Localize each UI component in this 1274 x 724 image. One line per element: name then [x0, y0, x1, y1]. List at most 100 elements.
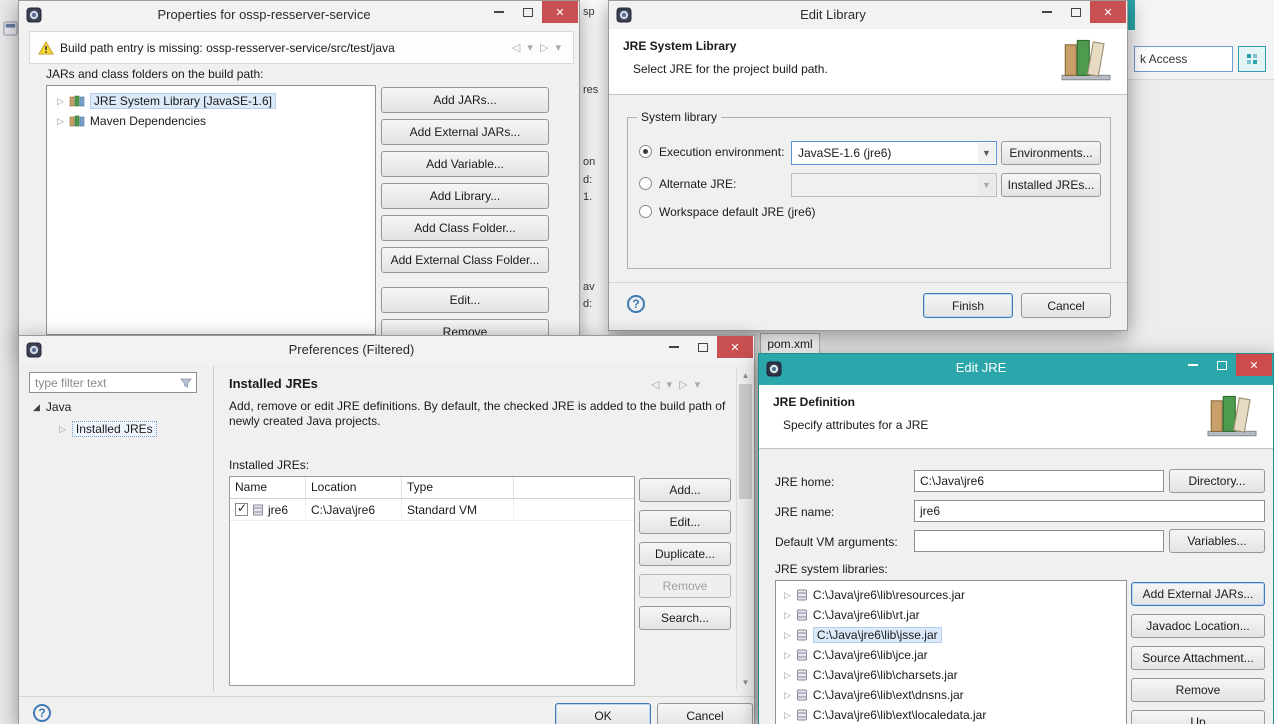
scrollbar-thumb[interactable] [739, 384, 752, 499]
edit-library-titlebar[interactable]: Edit Library ✕ [609, 1, 1127, 29]
execution-environment-combo[interactable]: JavaSE-1.6 (jre6) ▼ [791, 141, 997, 165]
add-variable-button[interactable]: Add Variable... [381, 151, 549, 177]
dialog-footer: ? Finish Cancel [609, 282, 1127, 330]
library-item[interactable]: ▷ C:\Java\jre6\lib\charsets.jar [776, 665, 1126, 685]
chevron-right-icon[interactable]: ▷ [784, 610, 791, 621]
editor-fragment: res [583, 84, 599, 96]
tree-item-maven-dependencies[interactable]: ▷ Maven Dependencies [47, 111, 375, 131]
add-external-jars-button[interactable]: Add External JARs... [381, 119, 549, 145]
tab-pom-xml[interactable]: pom.xml [760, 333, 820, 354]
jre-home-input[interactable]: C:\Java\jre6 [914, 470, 1164, 492]
add-jars-button[interactable]: Add JARs... [381, 87, 549, 113]
preferences-titlebar[interactable]: Preferences (Filtered) ✕ [19, 336, 754, 364]
tree-item-java[interactable]: ◢ Java [33, 400, 71, 414]
chevron-expanded-icon[interactable]: ◢ [33, 402, 40, 413]
column-header-filler [514, 477, 634, 498]
history-nav-arrows[interactable]: ◁ ▾ ▷ ▾ [651, 378, 702, 391]
jre-name-input[interactable]: jre6 [914, 500, 1265, 522]
edit-jre-button[interactable]: Edit... [639, 510, 731, 534]
chevron-right-icon[interactable]: ▷ [784, 630, 791, 641]
close-button[interactable]: ✕ [717, 336, 753, 358]
column-header-name[interactable]: Name [230, 477, 306, 498]
edit-jre-titlebar[interactable]: Edit JRE ✕ [759, 354, 1273, 385]
chevron-right-icon[interactable]: ▷ [57, 116, 64, 127]
library-item[interactable]: ▷ C:\Java\jre6\lib\rt.jar [776, 605, 1126, 625]
table-header-row[interactable]: Name Location Type [230, 477, 634, 499]
variables-button[interactable]: Variables... [1169, 529, 1265, 553]
help-icon[interactable]: ? [627, 295, 645, 313]
search-jre-button[interactable]: Search... [639, 606, 731, 630]
quick-access-input[interactable]: k Access [1134, 46, 1233, 72]
chevron-right-icon[interactable]: ▷ [784, 690, 791, 701]
chevron-right-icon[interactable]: ▷ [784, 590, 791, 601]
duplicate-jre-button[interactable]: Duplicate... [639, 542, 731, 566]
maximize-icon [1070, 7, 1081, 17]
maximize-button[interactable] [688, 336, 717, 358]
installed-jres-button[interactable]: Installed JREs... [1001, 173, 1101, 197]
minimize-button[interactable] [484, 1, 513, 23]
chevron-right-icon[interactable]: ▷ [784, 670, 791, 681]
add-external-class-folder-button[interactable]: Add External Class Folder... [381, 247, 549, 273]
quick-access-text: k Access [1140, 52, 1188, 66]
jre-system-libraries-label: JRE system libraries: [775, 562, 888, 576]
perspective-button[interactable] [1238, 46, 1266, 72]
source-attachment-button[interactable]: Source Attachment... [1131, 646, 1265, 670]
build-path-section-label: JARs and class folders on the build path… [46, 67, 264, 81]
library-item[interactable]: ▷ C:\Java\jre6\lib\ext\localedata.jar [776, 705, 1126, 724]
chevron-right-icon[interactable]: ▷ [784, 650, 791, 661]
close-button[interactable]: ✕ [1090, 1, 1126, 23]
chevron-right-icon[interactable]: ▷ [784, 710, 791, 721]
properties-titlebar[interactable]: Properties for ossp-resserver-service ✕ [19, 1, 579, 29]
add-library-button[interactable]: Add Library... [381, 183, 549, 209]
remove-library-button[interactable]: Remove [1131, 678, 1265, 702]
tree-item-jre-system-library[interactable]: ▷ JRE System Library [JavaSE-1.6] [47, 91, 375, 111]
chevron-right-icon[interactable]: ▷ [59, 424, 66, 435]
tree-item-installed-jres[interactable]: ▷ Installed JREs [59, 421, 157, 437]
scroll-down-arrow[interactable]: ▼ [737, 675, 754, 690]
minimize-button[interactable] [659, 336, 688, 358]
column-header-location[interactable]: Location [306, 477, 402, 498]
maximize-button[interactable] [1061, 1, 1090, 23]
edit-button[interactable]: Edit... [381, 287, 549, 313]
vm-arguments-input[interactable] [914, 530, 1164, 552]
ok-button[interactable]: OK [555, 703, 651, 724]
jre-name-cell: jre6 [268, 502, 289, 517]
add-external-jars-button[interactable]: Add External JARs... [1131, 582, 1265, 606]
column-header-type[interactable]: Type [402, 477, 514, 498]
maximize-button[interactable] [1207, 354, 1236, 376]
cancel-button[interactable]: Cancel [657, 703, 753, 724]
chevron-right-icon[interactable]: ▷ [57, 96, 64, 107]
execution-environment-radio[interactable] [639, 145, 652, 158]
environments-button[interactable]: Environments... [1001, 141, 1101, 165]
jre-home-value: C:\Java\jre6 [920, 474, 985, 488]
javadoc-location-button[interactable]: Javadoc Location... [1131, 614, 1265, 638]
history-nav-arrows[interactable]: ◁ ▾ ▷ ▾ [512, 41, 563, 54]
help-icon[interactable]: ? [33, 704, 51, 722]
add-jre-button[interactable]: Add... [639, 478, 731, 502]
cancel-button[interactable]: Cancel [1021, 293, 1111, 318]
filter-funnel-icon[interactable] [180, 377, 192, 389]
vertical-scrollbar[interactable]: ▲ ▼ [736, 368, 753, 690]
chevron-down-icon[interactable]: ▼ [978, 143, 995, 163]
library-item[interactable]: ▷ C:\Java\jre6\lib\jce.jar [776, 645, 1126, 665]
library-item-selected[interactable]: ▷ C:\Java\jre6\lib\jsse.jar [776, 625, 1126, 645]
minimize-button[interactable] [1178, 354, 1207, 376]
up-button[interactable]: Up [1131, 710, 1265, 724]
alternate-jre-radio[interactable] [639, 177, 652, 190]
close-button[interactable]: ✕ [542, 1, 578, 23]
library-item[interactable]: ▷ C:\Java\jre6\lib\ext\dnsns.jar [776, 685, 1126, 705]
close-button[interactable]: ✕ [1236, 354, 1272, 376]
workspace-default-jre-label: Workspace default JRE (jre6) [659, 205, 816, 219]
filter-input[interactable]: type filter text [29, 372, 197, 393]
table-row-jre6[interactable]: jre6 C:\Java\jre6 Standard VM [230, 498, 634, 521]
workspace-default-jre-radio[interactable] [639, 205, 652, 218]
maximize-button[interactable] [513, 1, 542, 23]
add-class-folder-button[interactable]: Add Class Folder... [381, 215, 549, 241]
minimize-button[interactable] [1032, 1, 1061, 23]
finish-button[interactable]: Finish [923, 293, 1013, 318]
scroll-up-arrow[interactable]: ▲ [737, 368, 754, 383]
wizard-header: JRE System Library Select JRE for the pr… [609, 29, 1127, 95]
library-item[interactable]: ▷ C:\Java\jre6\lib\resources.jar [776, 585, 1126, 605]
jre-checked-checkbox[interactable] [235, 501, 248, 516]
directory-button[interactable]: Directory... [1169, 469, 1265, 493]
